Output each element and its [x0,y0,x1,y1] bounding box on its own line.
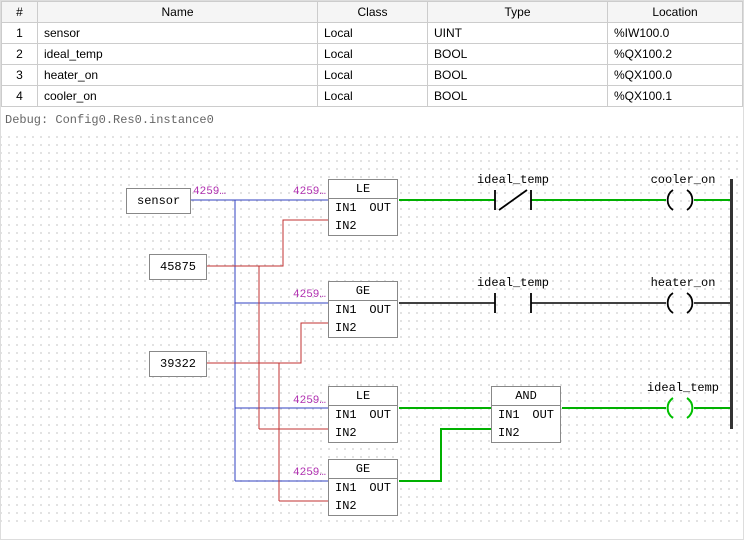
row-location[interactable]: %QX100.0 [608,65,743,86]
fb-title: AND [492,387,560,406]
fb-title: LE [329,180,397,199]
row-class[interactable]: Local [318,65,428,86]
fb-ge-2[interactable]: GE IN1 OUT IN2 [328,459,398,516]
row-class[interactable]: Local [318,44,428,65]
col-class[interactable]: Class [318,2,428,23]
row-class[interactable]: Local [318,86,428,107]
row-num: 3 [2,65,38,86]
fb-pin-in1: IN1 [335,201,357,215]
row-num: 1 [2,23,38,44]
table-row[interactable]: 4 cooler_on Local BOOL %QX100.1 [2,86,743,107]
row-name[interactable]: heater_on [38,65,318,86]
fb-pin-in1: IN1 [335,303,357,317]
fb-pin-in2: IN2 [335,426,357,440]
fb-pin-in1: IN1 [498,408,520,422]
const-hi[interactable]: 45875 [149,254,207,280]
fb-pin-in2: IN2 [335,219,357,233]
fb-pin-out: OUT [369,303,391,317]
wire-value-ge2-in1: 4259… [293,467,326,479]
ladder-canvas[interactable]: sensor 45875 39322 LE IN1 OUT IN2 GE IN1 O… [1,131,744,527]
debug-instance-label: Debug: Config0.Res0.instance0 [5,113,743,127]
fb-pin-in2: IN2 [498,426,520,440]
row-location[interactable]: %IW100.0 [608,23,743,44]
col-name[interactable]: Name [38,2,318,23]
row-num: 2 [2,44,38,65]
row-location[interactable]: %QX100.1 [608,86,743,107]
row-type[interactable]: BOOL [428,65,608,86]
fb-title: LE [329,387,397,406]
fb-pin-in1: IN1 [335,408,357,422]
table-row[interactable]: 3 heater_on Local BOOL %QX100.0 [2,65,743,86]
fb-title: GE [329,282,397,301]
wire-value-le2-in1: 4259… [293,395,326,407]
fb-pin-in1: IN1 [335,481,357,495]
fb-ge-1[interactable]: GE IN1 OUT IN2 [328,281,398,338]
fb-pin-out: OUT [532,408,554,422]
const-lo[interactable]: 39322 [149,351,207,377]
fb-pin-in2: IN2 [335,499,357,513]
row-type[interactable]: BOOL [428,44,608,65]
row-name[interactable]: sensor [38,23,318,44]
row-type[interactable]: UINT [428,23,608,44]
fb-title: GE [329,460,397,479]
row-num: 4 [2,86,38,107]
wire-value-le1-in1: 4259… [293,186,326,198]
coil-label-cooler-on: cooler_on [641,173,725,187]
fb-pin-out: OUT [369,408,391,422]
row-class[interactable]: Local [318,23,428,44]
wire-value-ge1-in1: 4259… [293,289,326,301]
fb-pin-out: OUT [369,201,391,215]
row-location[interactable]: %QX100.2 [608,44,743,65]
fb-pin-in2: IN2 [335,321,357,335]
contact-label-ideal-temp-nc: ideal_temp [471,173,555,187]
variable-table[interactable]: # Name Class Type Location 1 sensor Loca… [1,1,743,107]
var-sensor[interactable]: sensor [126,188,191,214]
fb-pin-out: OUT [369,481,391,495]
table-row[interactable]: 1 sensor Local UINT %IW100.0 [2,23,743,44]
col-type[interactable]: Type [428,2,608,23]
col-num[interactable]: # [2,2,38,23]
row-type[interactable]: BOOL [428,86,608,107]
contact-label-ideal-temp-no: ideal_temp [471,276,555,290]
coil-label-ideal-temp: ideal_temp [641,381,725,395]
variable-table-header: # Name Class Type Location [2,2,743,23]
wire-value-sensor-out: 4259… [193,186,226,198]
fb-le-1[interactable]: LE IN1 OUT IN2 [328,179,398,236]
col-location[interactable]: Location [608,2,743,23]
right-power-rail [730,179,733,429]
fb-le-2[interactable]: LE IN1 OUT IN2 [328,386,398,443]
row-name[interactable]: cooler_on [38,86,318,107]
fb-and[interactable]: AND IN1 OUT IN2 [491,386,561,443]
table-row[interactable]: 2 ideal_temp Local BOOL %QX100.2 [2,44,743,65]
coil-label-heater-on: heater_on [641,276,725,290]
row-name[interactable]: ideal_temp [38,44,318,65]
